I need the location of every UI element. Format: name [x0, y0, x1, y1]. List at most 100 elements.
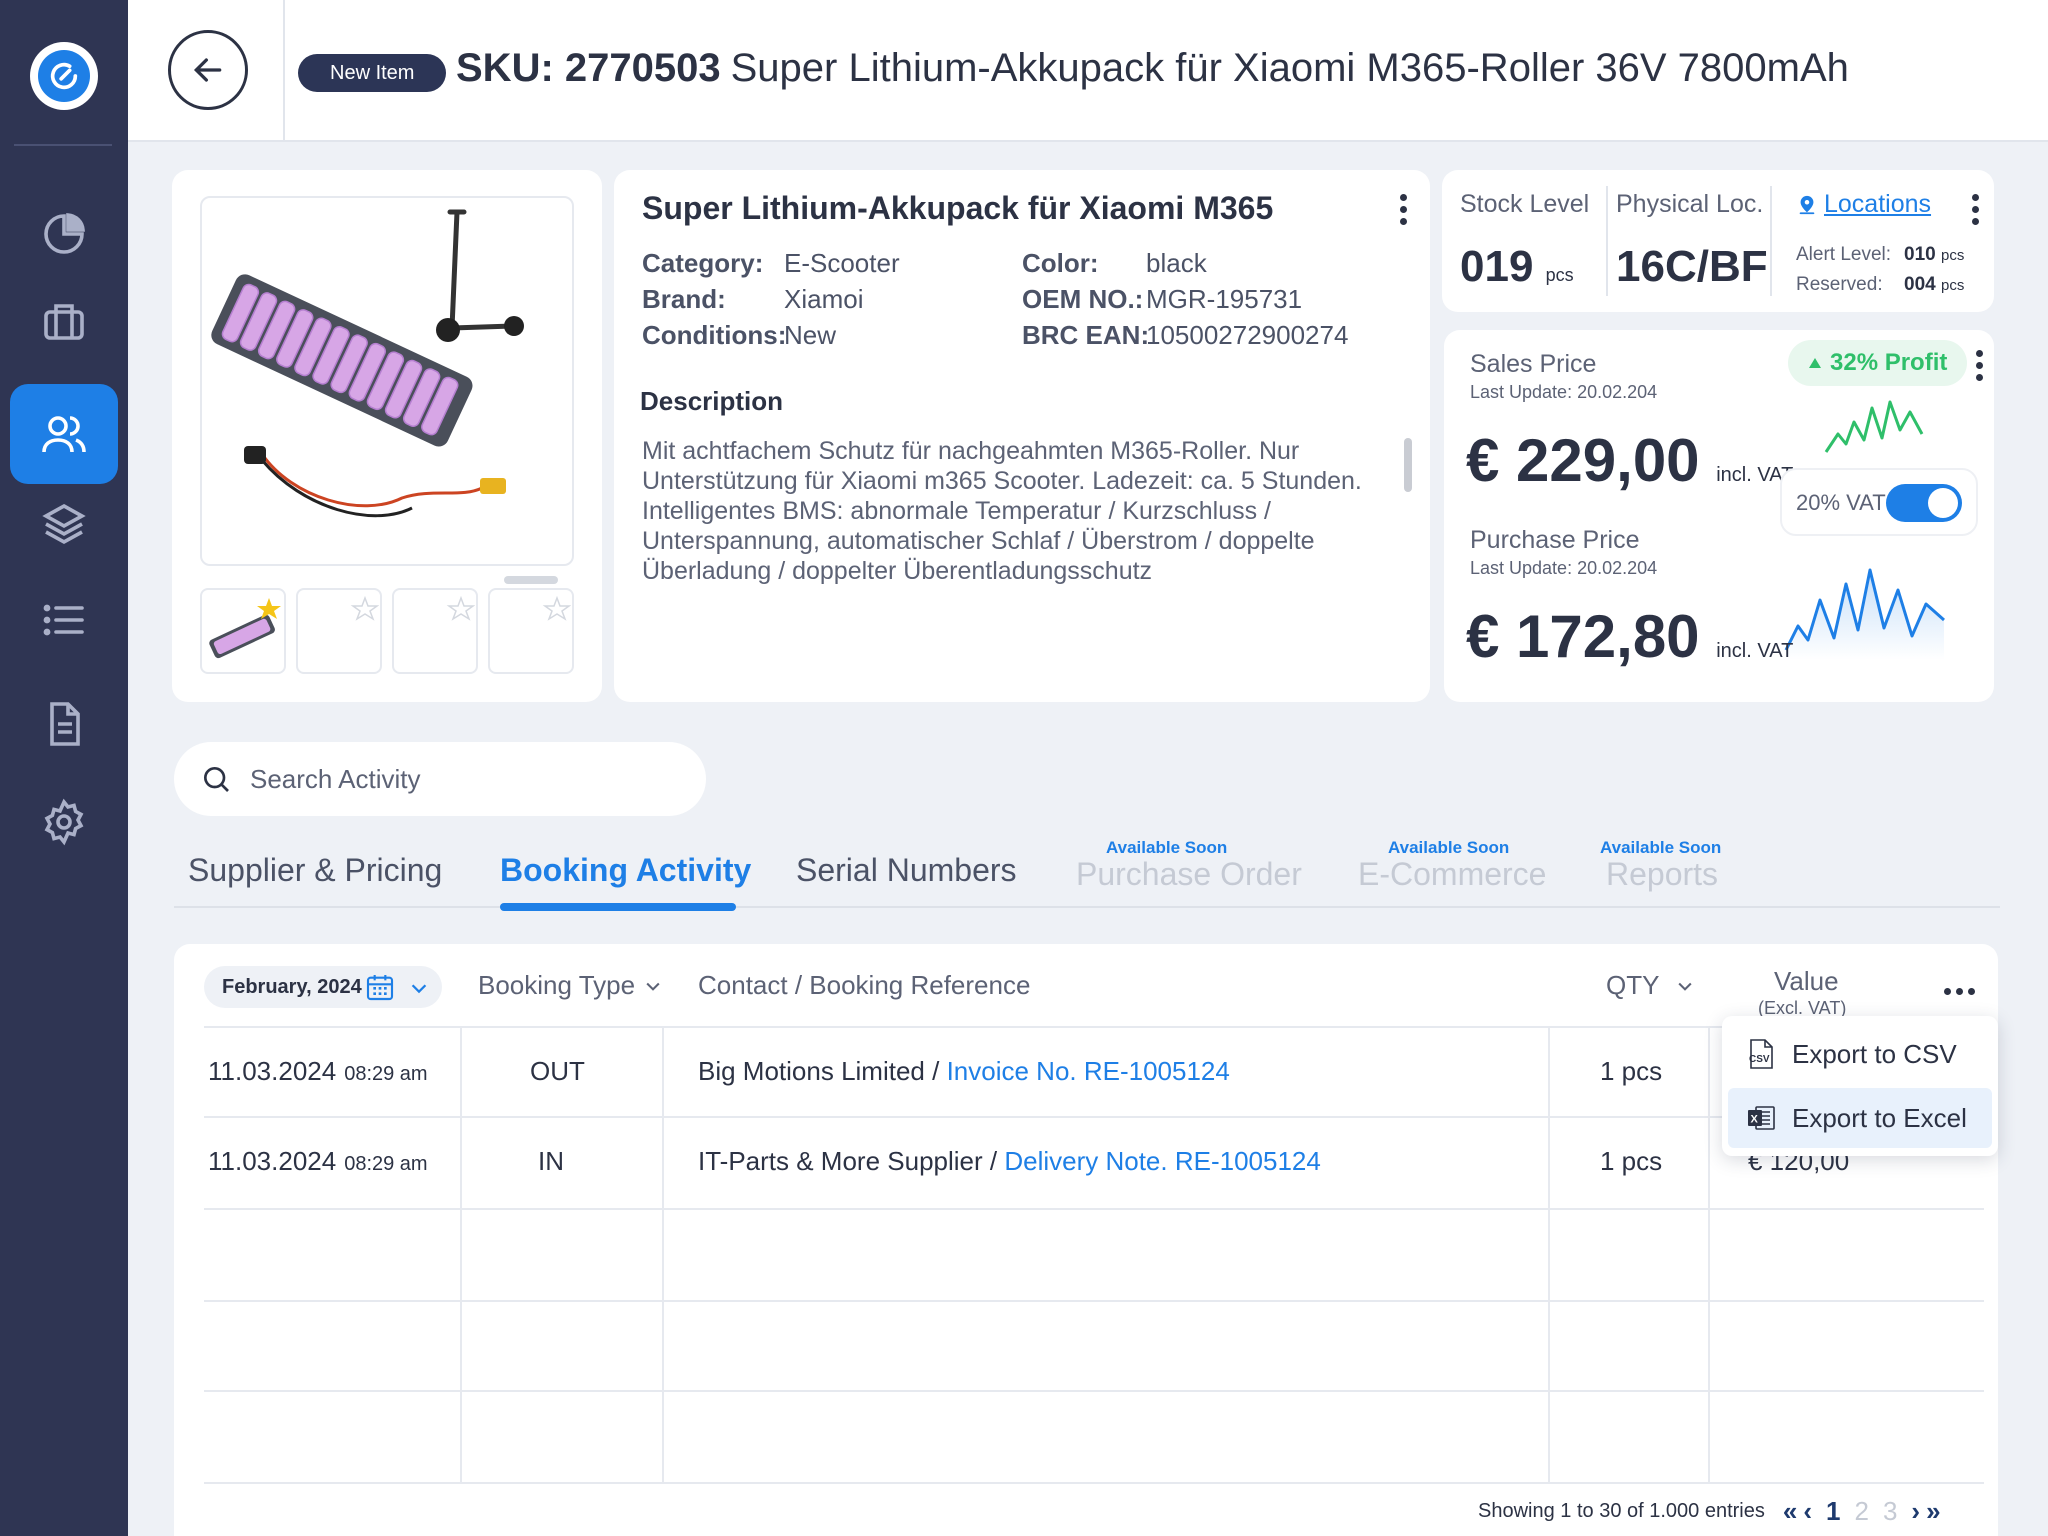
prev-page-icon[interactable]: ‹ — [1803, 1496, 1812, 1527]
header-divider — [283, 0, 285, 140]
row-2-reference-link[interactable]: Delivery Note. RE-1005124 — [1004, 1146, 1321, 1176]
tab-serial-numbers[interactable]: Serial Numbers — [796, 852, 1017, 889]
star-filled-icon — [257, 598, 281, 619]
pricing-more-icon[interactable] — [1976, 350, 1984, 381]
thumbnail-4[interactable] — [488, 588, 574, 674]
description-text: Mit achtfachem Schutz für nachgeahmten M… — [642, 437, 1362, 585]
prop-ean: BRC EAN:10500272900274 — [1022, 320, 1349, 350]
chevron-down-icon — [646, 982, 660, 991]
sales-price-label: Sales Price — [1470, 350, 1597, 378]
users-icon — [42, 416, 86, 453]
description-scrollbar[interactable] — [1404, 438, 1412, 492]
tab-reports[interactable]: Reports — [1606, 856, 1718, 893]
alert-level-value: 010 pcs — [1904, 244, 1965, 265]
search-icon — [204, 767, 229, 792]
col-qty[interactable]: QTY — [1606, 970, 1695, 1001]
nav-layers[interactable] — [10, 474, 118, 574]
vat-label: 20% VAT — [1796, 490, 1886, 515]
product-name: Super Lithium-Akkupack für Xiaomi M365 — [642, 190, 1274, 226]
star-outline-icon — [446, 596, 475, 621]
export-csv-item[interactable]: CSV Export to CSV — [1728, 1024, 1992, 1084]
col-divider — [662, 1028, 664, 1482]
activity-search[interactable]: Search Activity — [174, 742, 706, 816]
next-page-icon[interactable]: › — [1911, 1496, 1920, 1527]
nav-dashboard[interactable] — [10, 184, 118, 284]
reserved-value: 004 pcs — [1904, 274, 1965, 295]
alert-level-label: Alert Level: — [1796, 244, 1892, 265]
purchase-last-update: Last Update: 20.02.204 — [1470, 558, 1658, 578]
col-divider — [1708, 1028, 1710, 1482]
row-divider — [204, 1300, 1984, 1302]
tab-e-commerce[interactable]: E-Commerce — [1358, 856, 1546, 893]
stock-level-value: 019 pcs — [1460, 242, 1574, 291]
nav-list[interactable] — [10, 570, 118, 670]
row-1-type: OUT — [530, 1056, 585, 1086]
page-2[interactable]: 2 — [1854, 1496, 1868, 1527]
export-menu: CSV Export to CSV X Export to Excel — [1722, 1016, 1998, 1156]
date-filter[interactable]: February, 2024 — [204, 966, 442, 1008]
prop-oem: OEM NO.: MGR-195731 — [1022, 284, 1303, 314]
row-2-qty: 1 pcs — [1600, 1146, 1663, 1176]
row-1-reference-link[interactable]: Invoice No. RE-1005124 — [947, 1056, 1230, 1086]
page-title: SKU: 2770503 Super Lithium-Akkupack für X… — [456, 46, 1849, 91]
document-icon — [50, 702, 80, 746]
stock-divider — [1606, 186, 1608, 296]
back-button[interactable] — [168, 30, 248, 110]
csv-file-icon: CSV — [1749, 1039, 1773, 1069]
description-title: Description — [640, 386, 784, 416]
triangle-up-icon — [1809, 358, 1821, 368]
col-divider — [1548, 1028, 1550, 1482]
thumbnail-3[interactable] — [392, 588, 478, 674]
product-full-title: Super Lithium-Akkupack für Xiaomi M365-R… — [730, 46, 1849, 90]
col-divider — [460, 1028, 462, 1482]
row-1-date: 11.03.2024 08:29 am — [208, 1056, 428, 1086]
page-1[interactable]: 1 — [1826, 1496, 1840, 1527]
prop-conditions: Conditions:New — [642, 320, 837, 350]
tab-booking-activity[interactable]: Booking Activity — [500, 852, 751, 889]
available-soon-badge: Available Soon — [1600, 838, 1722, 857]
stock-more-icon[interactable] — [1972, 194, 1980, 225]
product-main-image[interactable] — [200, 196, 574, 566]
col-booking-type[interactable]: Booking Type — [478, 970, 663, 1001]
purchase-price-value: € 172,80 incl. VAT — [1466, 603, 1794, 670]
thumbnail-1[interactable] — [200, 588, 286, 674]
locations-link[interactable]: Locations — [1796, 190, 1931, 219]
reserved-label: Reserved: — [1796, 274, 1883, 295]
vat-toggle[interactable] — [1886, 484, 1962, 522]
sales-sparkline — [1824, 400, 1924, 453]
profit-badge: 32% Profit — [1788, 340, 1968, 386]
first-page-icon[interactable]: « — [1783, 1496, 1797, 1527]
col-value: Value — [1774, 966, 1839, 996]
thumbnail-2[interactable] — [296, 588, 382, 674]
info-more-icon[interactable] — [1400, 194, 1408, 225]
prop-category: Category: E-Scooter — [642, 248, 900, 278]
row-2-date: 11.03.2024 08:29 am — [208, 1146, 428, 1176]
stock-level-label: Stock Level — [1460, 190, 1590, 218]
tab-supplier-pricing[interactable]: Supplier & Pricing — [188, 852, 442, 889]
row-2-type: IN — [538, 1146, 564, 1176]
image-scroll-indicator — [504, 576, 558, 584]
last-page-icon[interactable]: » — [1926, 1496, 1940, 1527]
sidebar-divider — [14, 144, 112, 146]
gear-icon — [44, 798, 84, 846]
app-logo[interactable] — [30, 42, 98, 110]
table-more-icon[interactable] — [1944, 988, 1975, 995]
tab-purchase-order[interactable]: Purchase Order — [1076, 856, 1302, 893]
page-3[interactable]: 3 — [1883, 1496, 1897, 1527]
row-1-contact: Big Motions Limited / Invoice No. RE-100… — [698, 1056, 1230, 1086]
nav-documents[interactable] — [10, 674, 118, 774]
pie-chart-icon — [44, 213, 85, 254]
layers-icon — [42, 503, 86, 545]
row-divider — [204, 1390, 1984, 1392]
product-image-card — [172, 170, 602, 702]
active-tab-indicator — [500, 903, 736, 911]
nav-settings[interactable] — [10, 772, 118, 872]
row-divider — [204, 1026, 1984, 1028]
list-icon — [43, 604, 84, 636]
nav-contacts[interactable] — [10, 384, 118, 484]
star-outline-icon — [350, 596, 379, 621]
pagination: Showing 1 to 30 of 1.000 entries « ‹ 1 2… — [1478, 1496, 1941, 1527]
nav-inventory[interactable] — [10, 272, 118, 372]
chevron-down-icon — [411, 984, 427, 994]
export-excel-item[interactable]: X Export to Excel — [1728, 1088, 1992, 1148]
